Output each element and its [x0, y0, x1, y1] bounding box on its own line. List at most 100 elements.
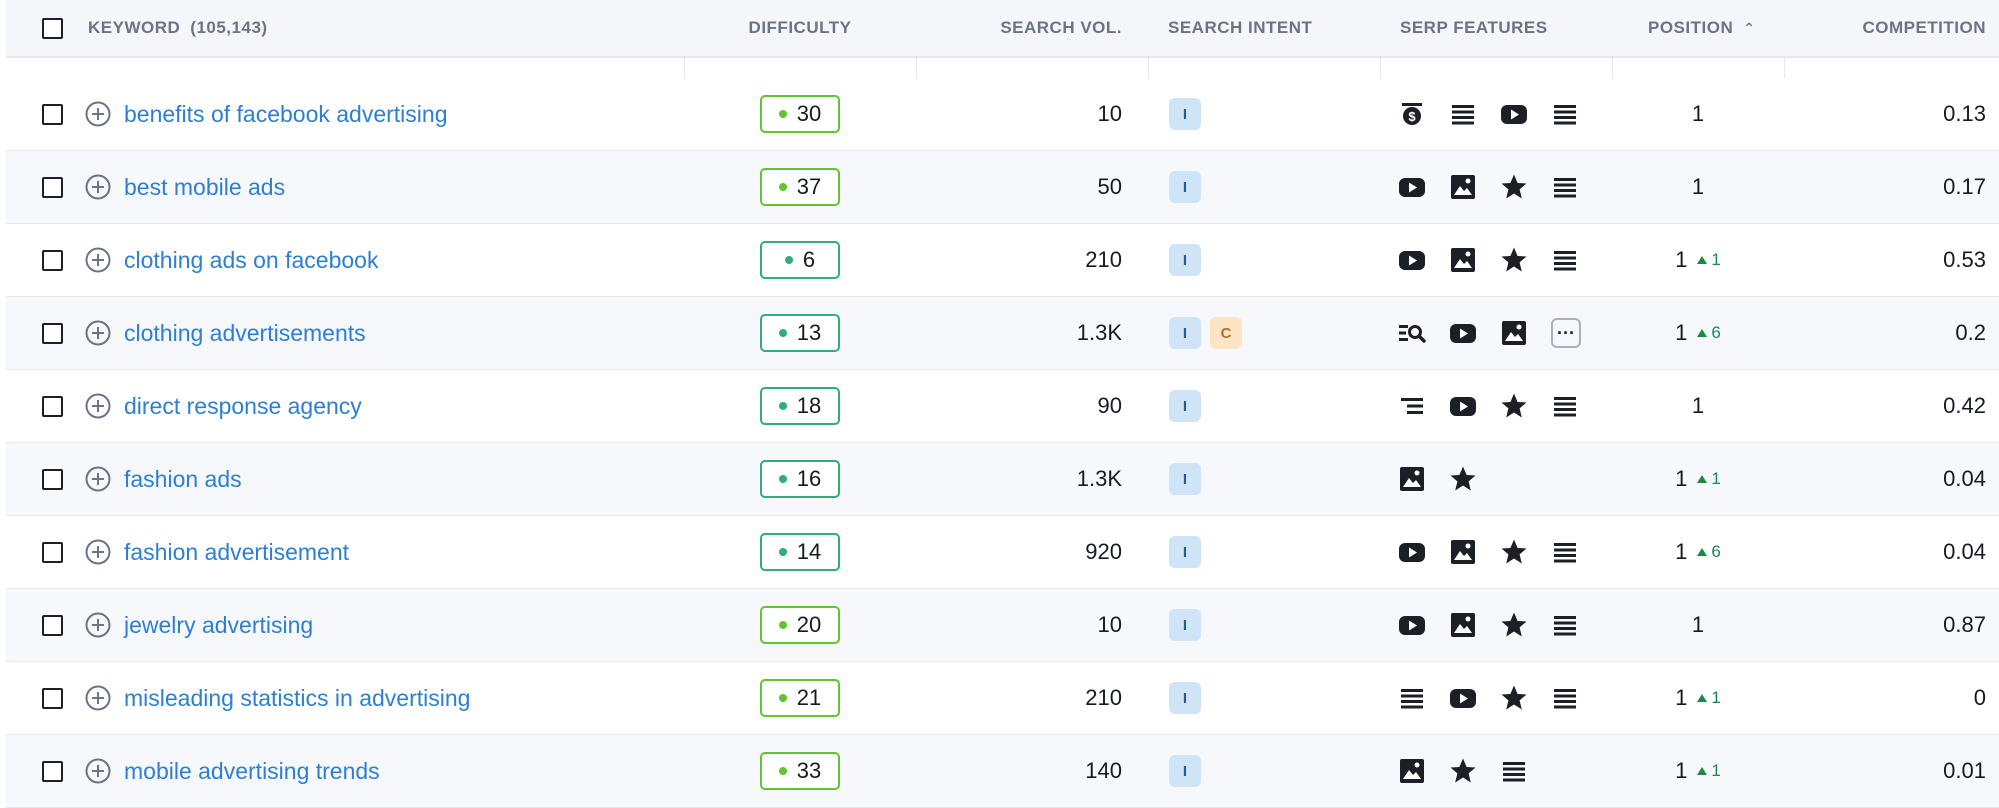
keyword-link[interactable]: best mobile ads [124, 174, 285, 201]
intent-badge-informational[interactable]: I [1169, 244, 1201, 276]
difficulty-badge: 18 [760, 387, 840, 425]
star-icon [1500, 611, 1528, 639]
position-change: 1 [1697, 469, 1721, 489]
search-intent-column-header[interactable]: SEARCH INTENT [1168, 0, 1312, 56]
intent-badge-informational[interactable]: I [1169, 390, 1201, 422]
intent-badge-informational[interactable]: I [1169, 609, 1201, 641]
search-volume-value: 10 [1097, 101, 1122, 126]
add-to-list-icon[interactable] [85, 174, 111, 200]
serp-features-column-header[interactable]: SERP FEATURES [1400, 0, 1548, 56]
row-checkbox[interactable] [42, 395, 63, 417]
arrow-up-icon [1697, 329, 1708, 337]
select-all-checkbox[interactable] [42, 17, 63, 39]
serp-features-cell [1380, 224, 1612, 296]
intent-badge-commercial[interactable]: C [1210, 317, 1242, 349]
difficulty-value: 13 [796, 320, 822, 345]
row-checkbox[interactable] [42, 176, 63, 198]
intent-badge-informational[interactable]: I [1169, 317, 1201, 349]
intent-badge-informational[interactable]: I [1169, 755, 1201, 787]
image-icon [1398, 465, 1426, 493]
position-cell: 16 [1612, 297, 1784, 369]
row-checkbox[interactable] [42, 468, 63, 490]
search-volume-value: 210 [1085, 247, 1122, 272]
position-change-value: 6 [1711, 542, 1721, 561]
list-icon [1449, 100, 1477, 128]
difficulty-column-header[interactable]: DIFFICULTY [684, 0, 916, 56]
keyword-link[interactable]: clothing ads on facebook [124, 247, 378, 274]
difficulty-value: 33 [796, 758, 822, 783]
add-to-list-icon[interactable] [85, 539, 111, 565]
search-volume-header-label: SEARCH VOL. [1000, 18, 1122, 37]
position-change-value: 1 [1711, 250, 1721, 269]
search-volume-cell: 210 [916, 662, 1122, 734]
row-checkbox[interactable] [42, 760, 63, 782]
intent-badge-informational[interactable]: I [1169, 682, 1201, 714]
intent-badge-informational[interactable]: I [1169, 171, 1201, 203]
list-icon [1398, 684, 1426, 712]
add-to-list-icon[interactable] [85, 320, 111, 346]
row-checkbox[interactable] [42, 249, 63, 271]
search-intent-cell: I [1169, 589, 1210, 661]
position-change-value: 6 [1711, 323, 1721, 342]
select-all-cell [42, 0, 63, 56]
add-to-list-icon[interactable] [85, 101, 111, 127]
search-volume-cell: 90 [916, 370, 1122, 442]
video-icon [1449, 319, 1477, 347]
row-checkbox[interactable] [42, 103, 63, 125]
keyword-link[interactable]: mobile advertising trends [124, 758, 380, 785]
row-checkbox[interactable] [42, 687, 63, 709]
row-checkbox[interactable] [42, 614, 63, 636]
competition-cell: 0.17 [1784, 151, 1986, 223]
row-checkbox[interactable] [42, 541, 63, 563]
row-checkbox[interactable] [42, 322, 63, 344]
search-volume-column-header[interactable]: SEARCH VOL. [916, 0, 1122, 56]
add-to-list-icon[interactable] [85, 247, 111, 273]
difficulty-value: 20 [796, 612, 822, 637]
list-icon [1551, 173, 1579, 201]
row-select-cell: misleading statistics in advertising [42, 662, 470, 734]
serp-features-header-label: SERP FEATURES [1400, 18, 1548, 37]
keyword-link[interactable]: fashion advertisement [124, 539, 349, 566]
keyword-link[interactable]: clothing advertisements [124, 320, 366, 347]
competition-cell: 0 [1784, 662, 1986, 734]
position-value: 1 [1675, 685, 1688, 710]
position-cell: 1 [1612, 589, 1784, 661]
keyword-count: (105,143) [190, 18, 268, 37]
add-to-list-icon[interactable] [85, 466, 111, 492]
add-to-list-icon[interactable] [85, 758, 111, 784]
difficulty-value: 6 [802, 247, 816, 272]
keyword-link[interactable]: fashion ads [124, 466, 242, 493]
competition-cell: 0.04 [1784, 443, 1986, 515]
row-select-cell: benefits of facebook advertising [42, 78, 447, 150]
competition-value: 0.01 [1943, 758, 1986, 783]
table-row: benefits of facebook advertising 30 10 I $1 0… [6, 78, 1999, 151]
intent-badge-informational[interactable]: I [1169, 536, 1201, 568]
competition-value: 0.04 [1943, 466, 1986, 491]
difficulty-value: 16 [796, 466, 822, 491]
keyword-link[interactable]: misleading statistics in advertising [124, 685, 470, 712]
add-to-list-icon[interactable] [85, 685, 111, 711]
keyword-link[interactable]: jewelry advertising [124, 612, 313, 639]
position-cell: 1 [1612, 151, 1784, 223]
more-icon[interactable]: ··· [1551, 318, 1581, 348]
competition-column-header[interactable]: COMPETITION [1784, 0, 1986, 56]
intent-badge-informational[interactable]: I [1169, 463, 1201, 495]
add-to-list-icon[interactable] [85, 612, 111, 638]
keyword-link[interactable]: direct response agency [124, 393, 362, 420]
position-value: 1 [1675, 758, 1688, 783]
arrow-up-icon [1697, 767, 1708, 775]
intent-badge-informational[interactable]: I [1169, 98, 1201, 130]
position-column-header[interactable]: POSITION ⌃ [1648, 0, 1755, 56]
keyword-link[interactable]: benefits of facebook advertising [124, 101, 447, 128]
search-volume-value: 140 [1085, 758, 1122, 783]
image-icon [1500, 319, 1528, 347]
add-to-list-icon[interactable] [85, 393, 111, 419]
difficulty-dot [778, 767, 787, 775]
position-value: 1 [1691, 393, 1705, 418]
keyword-column-header[interactable]: KEYWORD (105,143) [88, 0, 268, 56]
difficulty-badge: 30 [760, 95, 840, 133]
search-volume-cell: 10 [916, 78, 1122, 150]
difficulty-dot [778, 329, 787, 337]
video-icon [1449, 392, 1477, 420]
keyword-table: KEYWORD (105,143) DIFFICULTY SEARCH VOL.… [6, 0, 1999, 808]
